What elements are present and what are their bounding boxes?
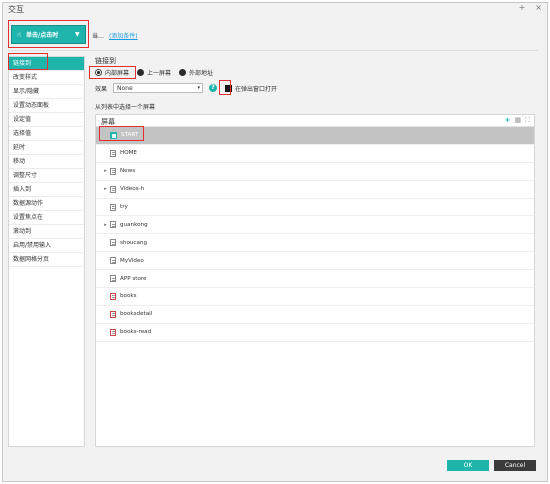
help-icon[interactable]: ? [209, 84, 218, 92]
effect-label: 效果 [95, 85, 108, 93]
screen-name: books [120, 293, 137, 300]
close-icon[interactable]: × [535, 3, 542, 12]
expand-icon[interactable]: ⛶ [525, 116, 530, 125]
tree-row[interactable]: MyVideo [96, 252, 534, 271]
action-item[interactable]: 设定值 [9, 113, 84, 127]
highlight-popup-checkbox [219, 80, 231, 95]
action-item[interactable]: 延时 [9, 141, 84, 155]
expand-arrow-icon[interactable]: ▸ [101, 168, 110, 174]
dialog-title: 交互 [8, 5, 24, 14]
page-icon [110, 221, 116, 229]
action-panel: 链接到 内部屏幕 上一屏幕 外部地址 效果 None ▾ ? 在弹出窗口打开 从… [91, 56, 538, 447]
action-item[interactable]: 选择值 [9, 127, 84, 141]
screen-name: Videos-h [120, 186, 145, 193]
screen-name: shoucang [120, 239, 148, 246]
action-item[interactable]: 插入到 [9, 183, 84, 197]
cancel-button[interactable]: Cancel [494, 460, 536, 471]
page-red-icon [110, 328, 116, 336]
popup-label: 在弹出窗口打开 [235, 85, 278, 93]
dialog-footer: OK Cancel [2, 450, 548, 482]
radio-label: 上一屏幕 [147, 70, 172, 77]
page-icon [110, 149, 116, 157]
action-item[interactable]: 设置焦点在 [9, 211, 84, 225]
screen-name: booksdetail [120, 311, 153, 318]
expand-arrow-icon[interactable]: ▸ [101, 186, 110, 192]
tree-row[interactable]: shoucang [96, 234, 534, 253]
tree-row[interactable]: booksdetail [96, 306, 534, 324]
tree-tools: + ▦ ⛶ [505, 116, 530, 125]
divider [8, 50, 538, 51]
action-item[interactable]: 设置动态面板 [9, 99, 84, 113]
tree-row[interactable]: START [96, 127, 534, 145]
tree-row[interactable]: ▸ News [96, 163, 534, 181]
condition-row: 当… (添加条件) [92, 31, 138, 40]
effect-select[interactable]: None ▾ [113, 83, 204, 93]
chevron-down-icon: ▾ [197, 85, 201, 91]
screen-name: books-read [120, 329, 152, 336]
page-red-icon [110, 310, 116, 318]
tree-row[interactable]: APP store [96, 270, 534, 289]
ok-button[interactable]: OK [447, 460, 489, 471]
action-item[interactable]: 调整尺寸 [9, 169, 84, 183]
highlight-action [8, 53, 48, 70]
tree-row[interactable]: ▸ guankong [96, 216, 534, 235]
action-item[interactable]: 启用/禁用输入 [9, 239, 84, 253]
expand-arrow-icon[interactable]: ▸ [101, 222, 110, 228]
page-icon [110, 167, 116, 175]
page-icon [110, 257, 116, 265]
highlight-start-row [99, 126, 144, 141]
screen-name: APP store [120, 275, 147, 282]
action-list: 链接到 改变样式 显示/隐藏 设置动态面板 设定值 选择值 延时 移动 调整尺寸 插入到 数据源动作… [8, 56, 85, 447]
tree-row[interactable]: books [96, 288, 534, 306]
section-title: 链接到 [95, 57, 116, 65]
tree-row[interactable]: HOME [96, 145, 534, 163]
highlight-event [8, 20, 89, 48]
screen-name: MyVideo [120, 257, 144, 264]
page-icon [110, 275, 116, 283]
screen-tree: 屏幕 + ▦ ⛶ START HOME ▸ News ▸ Videos-h try ▸ guan… [95, 114, 535, 447]
screen-name: try [120, 204, 128, 210]
add-icon[interactable]: + [505, 116, 511, 125]
add-icon[interactable]: + [519, 3, 526, 12]
page-icon [110, 239, 116, 247]
action-item[interactable]: 数据源动作 [9, 197, 84, 211]
add-condition-link[interactable]: (添加条件) [109, 33, 138, 40]
highlight-internal-screen [89, 66, 136, 79]
tree-rows: START HOME ▸ News ▸ Videos-h try ▸ guankong shouc… [96, 127, 534, 342]
page-icon [110, 185, 116, 193]
window-buttons: + × [519, 3, 542, 12]
radio-external-url[interactable]: 外部地址 [179, 68, 213, 77]
tree-row[interactable]: try [96, 199, 534, 217]
screen-name: guankong [120, 221, 148, 228]
condition-prefix: 当… [92, 33, 105, 40]
delete-icon[interactable]: ▦ [514, 116, 521, 125]
radio-icon [179, 69, 187, 76]
choose-screen-text: 从列表中选择一个屏幕 [95, 104, 156, 111]
action-item[interactable]: 数据网格分页 [9, 253, 84, 267]
action-item[interactable]: 移动 [9, 155, 84, 169]
action-item[interactable]: 显示/隐藏 [9, 85, 84, 99]
radio-label: 外部地址 [189, 70, 214, 77]
effect-value: None [117, 84, 133, 92]
screen-name: News [120, 168, 136, 175]
tree-row[interactable]: books-read [96, 324, 534, 342]
page-icon [110, 203, 116, 211]
page-red-icon [110, 292, 116, 300]
action-item[interactable]: 改变样式 [9, 71, 84, 85]
screen-name: HOME [120, 150, 137, 157]
tree-header: 屏幕 + ▦ ⛶ [96, 115, 534, 127]
effect-row: 效果 None ▾ ? 在弹出窗口打开 [95, 83, 277, 93]
tree-row[interactable]: ▸ Videos-h [96, 181, 534, 199]
radio-previous-screen[interactable]: 上一屏幕 [137, 68, 171, 77]
action-item[interactable]: 滚动到 [9, 225, 84, 239]
radio-icon [137, 69, 145, 76]
